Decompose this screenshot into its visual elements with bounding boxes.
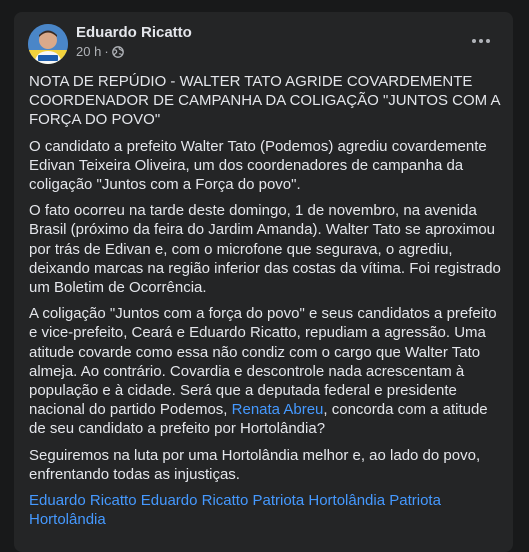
post-time[interactable]: 20 h [76,44,101,60]
post-paragraph-2: O fato ocorreu na tarde deste domingo, 1… [29,202,501,297]
post-header: Eduardo Ricatto 20 h · [14,12,513,68]
post-paragraph-3: A coligação "Juntos com a força do povo"… [29,304,501,438]
globe-icon [111,46,124,58]
tag-link[interactable]: Eduardo Ricatto Patriota [141,492,304,509]
post-body: NOTA DE REPÚDIO - WALTER TATO AGRIDE COV… [29,72,501,536]
avatar-image [28,24,68,64]
post-card: Eduardo Ricatto 20 h · NOTA DE REPÚDIO -… [14,12,513,552]
author-name[interactable]: Eduardo Ricatto [76,24,192,42]
more-horizontal-icon [472,39,476,43]
mention-renata-abreu[interactable]: Renata Abreu [232,401,324,418]
more-options-button[interactable] [463,28,499,54]
post-meta: 20 h · [76,44,124,60]
post-paragraph-4: Seguiremos na luta por uma Hortolândia m… [29,446,481,483]
tag-link[interactable]: Hortolândia [308,492,385,509]
tag-link[interactable]: Eduardo Ricatto [29,492,137,509]
post-title: NOTA DE REPÚDIO - WALTER TATO AGRIDE COV… [29,73,500,129]
post-paragraph-1: O candidato a prefeito Walter Tato (Pode… [29,137,487,194]
avatar[interactable] [28,24,68,64]
meta-separator: · [104,44,109,59]
post-tags: Eduardo Ricatto Eduardo Ricatto Patriota… [29,491,501,529]
